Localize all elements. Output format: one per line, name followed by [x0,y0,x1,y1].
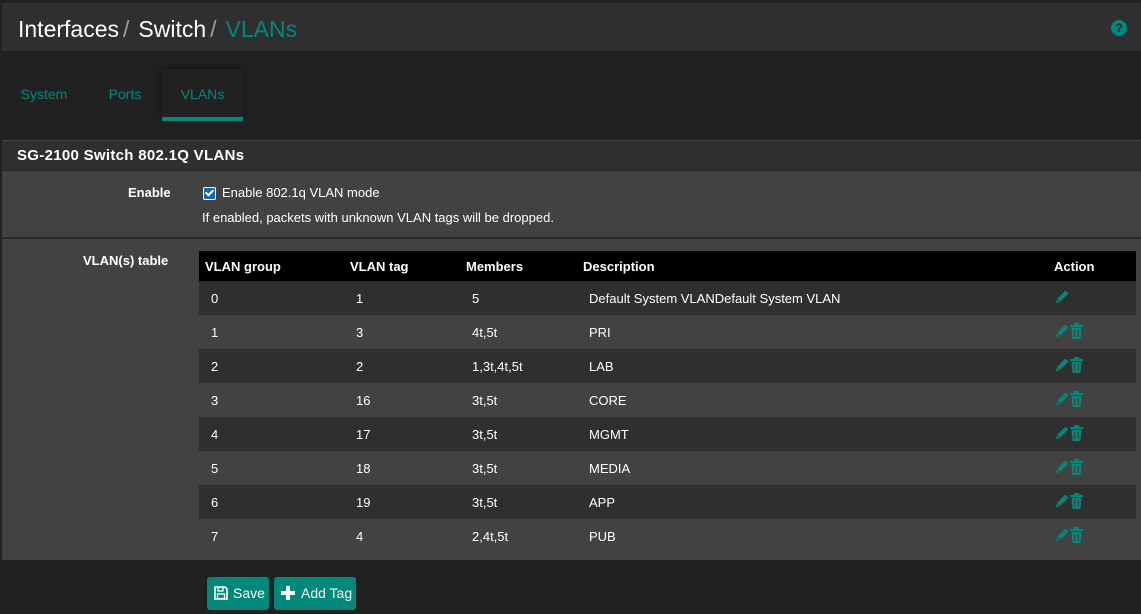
column-header-action: Action [1048,251,1136,281]
cell-vlan-group: 3 [199,383,344,417]
column-header-vlan-tag: VLAN tag [344,251,460,281]
cell-action [1048,315,1136,349]
cell-description: PUB [577,519,1048,553]
tab-vlans[interactable]: VLANs [162,69,243,121]
table-row: 4 17 3t,5t MGMT [199,417,1136,451]
page-header: Interfaces / Switch / VLANs ? [2,3,1141,51]
add-tag-button-label: Add Tag [301,585,353,601]
tab-ports[interactable]: Ports [88,69,162,121]
cell-vlan-group: 4 [199,417,344,451]
cell-members: 3t,5t [460,417,577,451]
cell-description: LAB [577,349,1048,383]
vlan-table: VLAN group VLAN tag Members Description … [199,251,1136,553]
enable-row [2,171,1141,239]
add-tag-button[interactable]: Add Tag [274,577,356,610]
cell-vlan-tag: 3 [344,315,460,349]
cell-members: 4t,5t [460,315,577,349]
cell-members: 2,4t,5t [460,519,577,553]
breadcrumb-vlans[interactable]: VLANs [226,16,298,42]
table-row: 6 19 3t,5t APP [199,485,1136,519]
cell-members: 1,3t,4t,5t [460,349,577,383]
cell-vlan-tag: 2 [344,349,460,383]
cell-vlan-group: 7 [199,519,344,553]
tab-label: Ports [108,86,142,102]
cell-action [1048,485,1136,519]
table-row: 1 3 4t,5t PRI [199,315,1136,349]
table-row: 5 18 3t,5t MEDIA [199,451,1136,485]
vlan-table-label: VLAN(s) table [83,253,169,268]
cell-description: MEDIA [577,451,1048,485]
table-row: 3 16 3t,5t CORE [199,383,1136,417]
column-header-vlan-group: VLAN group [199,251,344,281]
edit-pencil-icon[interactable] [1054,323,1070,342]
cell-description: MGMT [577,417,1048,451]
cell-vlan-group: 0 [199,281,344,315]
cell-vlan-tag: 16 [344,383,460,417]
cell-action [1048,281,1136,315]
delete-trash-icon[interactable] [1070,424,1083,444]
cell-vlan-tag: 4 [344,519,460,553]
cell-description: APP [577,485,1048,519]
tab-label: System [20,86,68,102]
save-button-label: Save [233,585,265,601]
breadcrumb-separator: / [210,16,217,42]
cell-members: 3t,5t [460,451,577,485]
column-header-members: Members [460,251,577,281]
cell-action [1048,519,1136,553]
table-row: 0 1 5 Default System VLANDefault System VLA… [199,281,1136,315]
tab-system[interactable]: System [0,69,88,121]
breadcrumb-switch[interactable]: Switch [138,16,206,42]
cell-vlan-group: 1 [199,315,344,349]
edit-pencil-icon[interactable] [1054,493,1070,512]
save-button[interactable]: Save [207,577,269,610]
breadcrumb: Interfaces / Switch / VLANs [18,16,297,42]
cell-vlan-group: 5 [199,451,344,485]
tab-label: VLANs [180,86,225,102]
cell-description: PRI [577,315,1048,349]
cell-vlan-group: 6 [199,485,344,519]
panel-title: SG-2100 Switch 802.1Q VLANs [2,140,1141,171]
cell-action [1048,417,1136,451]
cell-description: Default System VLANDefault System VLAN [577,281,1048,315]
save-icon [214,586,228,600]
column-header-description: Description [577,251,1048,281]
table-header-row: VLAN group VLAN tag Members Description … [199,251,1136,281]
enable-vlan-checkbox[interactable] [203,187,216,200]
cell-members: 3t,5t [460,485,577,519]
enable-help-text: If enabled, packets with unknown VLAN ta… [202,210,554,225]
delete-trash-icon[interactable] [1070,526,1083,546]
cell-action [1048,383,1136,417]
cell-vlan-tag: 1 [344,281,460,315]
cell-members: 3t,5t [460,383,577,417]
cell-description: CORE [577,383,1048,417]
table-row: 2 2 1,3t,4t,5t LAB [199,349,1136,383]
active-tab-indicator [162,117,243,121]
cell-vlan-group: 2 [199,349,344,383]
cell-action [1048,451,1136,485]
cell-vlan-tag: 19 [344,485,460,519]
edit-pencil-icon[interactable] [1054,357,1070,376]
table-row: 7 4 2,4t,5t PUB [199,519,1136,553]
delete-trash-icon[interactable] [1070,390,1083,410]
edit-pencil-icon[interactable] [1054,425,1070,444]
plus-icon [281,586,295,600]
edit-pencil-icon[interactable] [1054,391,1070,410]
cell-members: 5 [460,281,577,315]
question-circle-icon[interactable]: ? [1111,20,1127,36]
edit-pencil-icon[interactable] [1054,527,1070,546]
enable-label: Enable [128,185,171,200]
cell-vlan-tag: 17 [344,417,460,451]
delete-trash-icon[interactable] [1070,492,1083,512]
breadcrumb-interfaces[interactable]: Interfaces [18,16,119,42]
cell-action [1048,349,1136,383]
delete-trash-icon[interactable] [1070,322,1083,342]
enable-checkbox-label[interactable]: Enable 802.1q VLAN mode [222,185,380,200]
breadcrumb-separator: / [123,16,130,42]
delete-trash-icon[interactable] [1070,356,1083,376]
edit-pencil-icon[interactable] [1054,459,1070,478]
edit-pencil-icon[interactable] [1054,289,1070,308]
delete-trash-icon[interactable] [1070,458,1083,478]
cell-vlan-tag: 18 [344,451,460,485]
